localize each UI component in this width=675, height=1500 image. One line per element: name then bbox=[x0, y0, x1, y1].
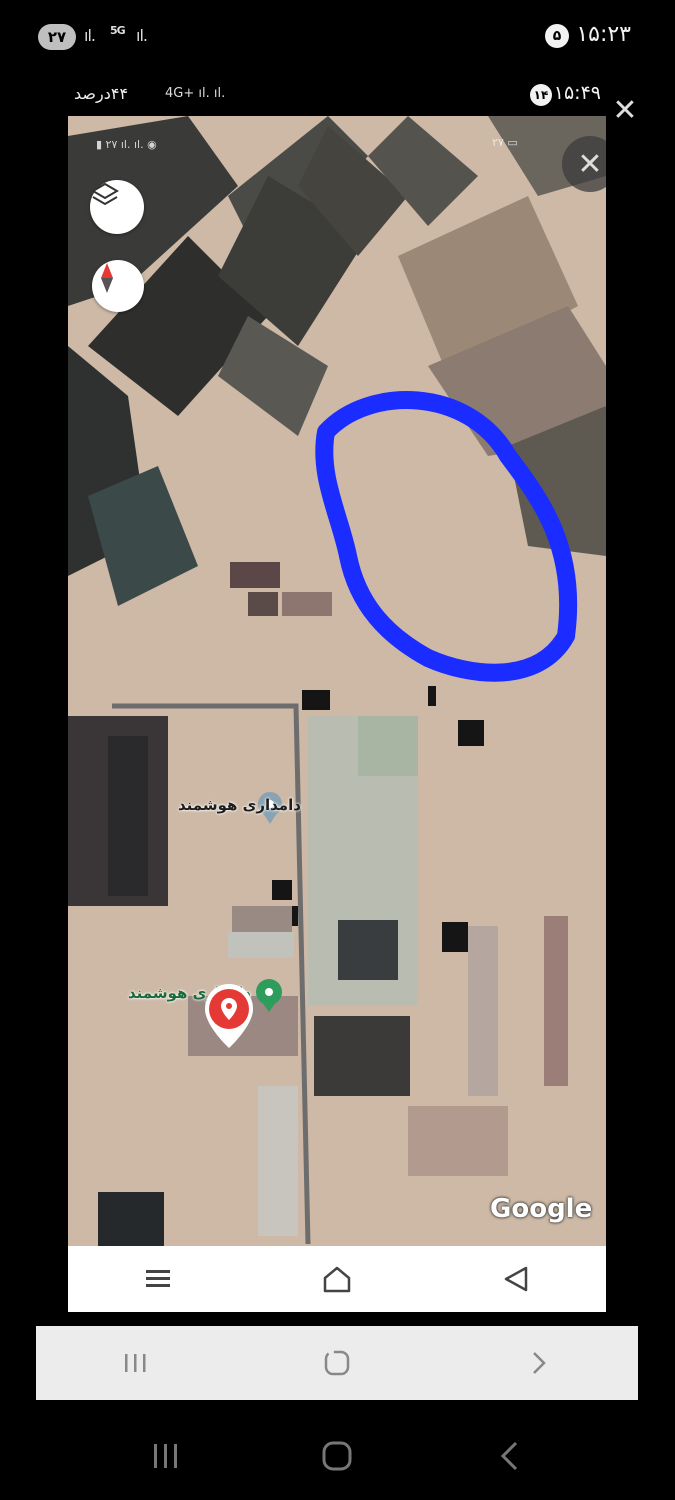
menu-icon[interactable] bbox=[128, 1249, 188, 1309]
google-watermark: Google bbox=[490, 1194, 593, 1224]
back-icon[interactable] bbox=[486, 1249, 546, 1309]
outer-status-bar: ۲۷ ıl. 5G ıl. ۵ ۱۵:۲۳ bbox=[0, 0, 675, 72]
signal-icon: ıl. bbox=[84, 26, 96, 45]
close-icon[interactable]: ✕ bbox=[608, 94, 642, 128]
recents-icon[interactable] bbox=[106, 1333, 166, 1393]
gray-nav-bar bbox=[36, 1326, 638, 1400]
notification-count: ۱۴ bbox=[530, 84, 552, 106]
home-icon[interactable] bbox=[307, 1426, 367, 1486]
inner-status-bar: ۴۴درصد 4G+ ıl. ıl. ۱۴ ۱۵:۴۹ bbox=[70, 82, 605, 110]
map-imagery bbox=[68, 116, 606, 1246]
notification-count: ۵ bbox=[545, 24, 569, 48]
network-type-label: 5G bbox=[110, 24, 126, 37]
back-icon[interactable] bbox=[479, 1426, 539, 1486]
place-label[interactable]: دامداری هوشمند bbox=[178, 796, 301, 814]
tiny-status-left: ▮ ۲۷ ıl. ıl. ◉ bbox=[96, 138, 157, 151]
home-icon[interactable] bbox=[307, 1249, 367, 1309]
tiny-status-right: ۲۷ ▭ bbox=[492, 136, 518, 149]
back-icon[interactable] bbox=[508, 1333, 568, 1393]
system-nav-bar bbox=[0, 1420, 675, 1492]
compass-icon[interactable] bbox=[92, 260, 144, 312]
inner-status-time: ۱۵:۴۹ bbox=[553, 82, 601, 104]
battery-text: ۴۴درصد bbox=[74, 84, 129, 103]
layers-icon[interactable] bbox=[90, 180, 144, 234]
status-time: ۱۵:۲۳ bbox=[576, 22, 631, 47]
recents-icon[interactable] bbox=[136, 1426, 196, 1486]
home-icon[interactable] bbox=[307, 1333, 367, 1393]
inner-nav-bar bbox=[68, 1246, 606, 1312]
network-label: 4G+ ıl. ıl. bbox=[165, 86, 226, 101]
signal-icon: ıl. bbox=[136, 26, 148, 45]
notification-badge: ۲۷ bbox=[38, 24, 76, 50]
satellite-map[interactable]: ▮ ۲۷ ıl. ıl. ◉ ۲۷ ▭ ✕ دامداری هوشمند دام… bbox=[68, 116, 606, 1246]
